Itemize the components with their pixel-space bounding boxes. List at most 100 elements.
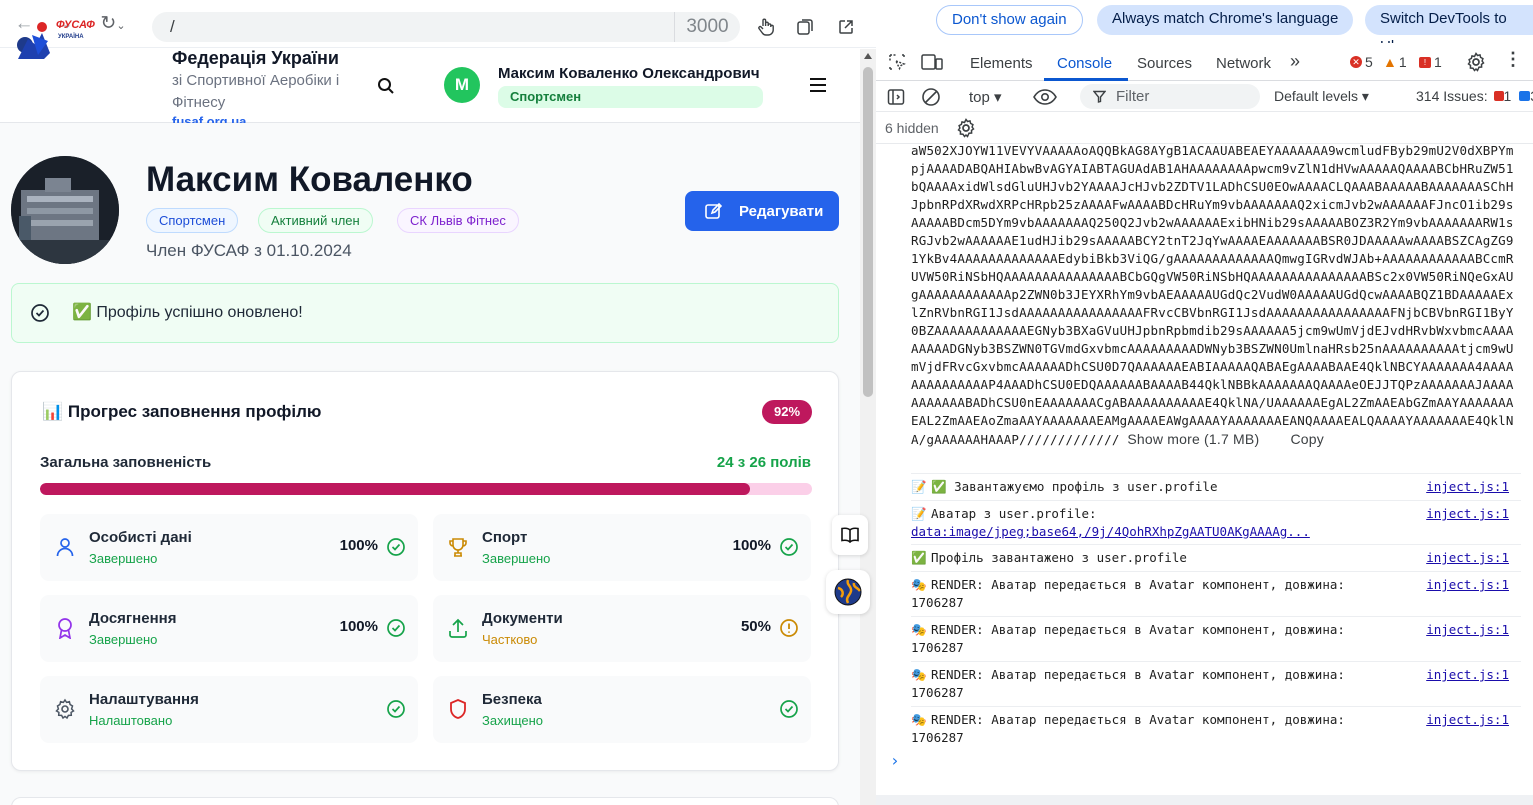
issue-info-icon <box>1519 91 1531 101</box>
log-row[interactable]: 🎭 RENDER: Аватар передається в Avatar ком… <box>911 571 1521 616</box>
search-icon[interactable] <box>376 76 396 96</box>
log-emoji-icon: 📝 <box>911 479 927 494</box>
context-selector[interactable]: top ▾ <box>969 88 1002 106</box>
check-circle-icon <box>780 700 798 718</box>
open-external-icon[interactable] <box>837 18 855 36</box>
section-status: Завершено <box>89 632 158 647</box>
error-count[interactable]: ✕ 5 <box>1350 54 1373 70</box>
log-value: 1706287 <box>911 730 964 745</box>
devtools-panel: Don't show again Always match Chrome's l… <box>876 0 1533 805</box>
warning-count-text: 1 <box>1398 54 1407 70</box>
log-source-link[interactable]: inject.js:1 <box>1426 505 1509 523</box>
log-source-link[interactable]: inject.js:1 <box>1426 549 1509 567</box>
log-emoji-icon: ✅ <box>911 550 927 565</box>
kebab-menu-icon[interactable]: ⋮ <box>1504 49 1522 70</box>
hand-pointer-icon[interactable] <box>756 17 776 37</box>
log-source-link[interactable]: inject.js:1 <box>1426 478 1509 496</box>
log-value: 1706287 <box>911 685 964 700</box>
section-sport[interactable]: Спорт Завершено 100% <box>433 514 811 581</box>
log-source-link[interactable]: inject.js:1 <box>1426 711 1509 729</box>
log-row[interactable]: 🎭 RENDER: Аватар передається в Avatar ком… <box>911 706 1521 751</box>
reader-mode-button[interactable] <box>832 515 868 555</box>
log-text: RENDER: Аватар передається в Avatar комп… <box>931 667 1345 682</box>
console-settings-icon[interactable] <box>956 118 976 138</box>
log-row[interactable]: 📝 Аватар з user.profile: data:image/jpeg;… <box>911 500 1521 544</box>
log-source-link[interactable]: inject.js:1 <box>1426 621 1509 639</box>
hidden-messages-row: 6 hidden <box>876 114 1533 144</box>
page-scrollbar[interactable] <box>860 49 876 805</box>
fusaf-logo[interactable]: ФУСАФ УКРАЇНА <box>14 15 104 61</box>
issues-label: 314 Issues: <box>1416 88 1488 104</box>
copy-link[interactable]: Copy <box>1291 431 1324 447</box>
section-settings[interactable]: Налаштування Налаштовано <box>40 676 418 743</box>
error-count-text: 5 <box>1365 54 1373 70</box>
log-text: RENDER: Аватар передається в Avatar комп… <box>931 577 1345 592</box>
dont-show-again-button[interactable]: Don't show again <box>936 5 1083 35</box>
scroll-up-icon[interactable] <box>864 53 872 59</box>
device-toolbar-icon[interactable] <box>921 53 943 71</box>
tab-elements[interactable]: Elements <box>970 55 1033 72</box>
base64-log-text: aW502XJOYW11VEVYVAAAAAoAQQBkAG8AYgB1ACAA… <box>911 142 1521 449</box>
log-text: ✅ Завантажуємо профіль з user.profile <box>931 479 1218 494</box>
sidebar-toggle-icon[interactable] <box>887 88 905 106</box>
tab-network[interactable]: Network <box>1216 55 1271 72</box>
warning-icon: ▲ <box>1383 54 1397 70</box>
log-row[interactable]: 📝 ✅ Завантажуємо профіль з user.profile i… <box>911 473 1521 500</box>
tab-sources[interactable]: Sources <box>1137 55 1192 72</box>
section-status: Частково <box>482 632 538 647</box>
console-filter-input[interactable]: Filter <box>1080 84 1260 109</box>
profile-name: Максим Коваленко <box>146 160 473 199</box>
edit-icon <box>705 202 722 219</box>
issue-count-text: 1 <box>1434 54 1442 70</box>
url-text[interactable]: / <box>170 17 175 37</box>
progress-card: 📊 Прогрес заповнення профілю 92% Загальн… <box>11 371 839 771</box>
profile-photo[interactable] <box>11 156 119 264</box>
log-source-link[interactable]: inject.js:1 <box>1426 666 1509 684</box>
show-more-link[interactable]: Show more (1.7 MB) <box>1127 431 1259 447</box>
logo-text: ФУСАФ <box>56 19 95 31</box>
switch-language-button[interactable]: Switch DevTools to Ukr <box>1365 5 1533 55</box>
clear-console-icon[interactable] <box>921 87 941 107</box>
tab-search-icon[interactable] <box>796 18 814 36</box>
console-prompt[interactable]: › <box>890 751 900 770</box>
log-levels-dropdown[interactable]: Default levels ▾ <box>1274 88 1369 105</box>
section-security[interactable]: Безпека Захищено <box>433 676 811 743</box>
menu-icon[interactable] <box>808 76 828 94</box>
section-documents[interactable]: Документи Частково 50% <box>433 595 811 662</box>
alert-circle-icon <box>780 619 798 637</box>
log-source-link[interactable]: inject.js:1 <box>1426 576 1509 594</box>
log-row[interactable]: 🎭 RENDER: Аватар передається в Avatar ком… <box>911 661 1521 706</box>
section-achievements[interactable]: Досягнення Завершено 100% <box>40 595 418 662</box>
section-percent: 100% <box>339 618 378 635</box>
check-circle-icon <box>31 304 49 322</box>
section-name: Налаштування <box>89 691 199 708</box>
user-avatar[interactable]: M <box>444 67 480 103</box>
devtools-language-infobar: Don't show again Always match Chrome's l… <box>876 0 1533 55</box>
edit-profile-button[interactable]: Редагувати <box>685 191 839 231</box>
live-expression-icon[interactable] <box>1033 88 1057 106</box>
hidden-count: 6 hidden <box>885 120 939 136</box>
check-circle-icon <box>387 700 405 718</box>
more-tabs-icon[interactable]: » <box>1290 51 1300 72</box>
address-bar[interactable]: / 3000 <box>152 12 740 42</box>
data-url-link[interactable]: data:image/jpeg;base64,/9j/4QohRXhpZgAAT… <box>911 524 1310 539</box>
award-icon <box>58 618 72 639</box>
always-match-language-button[interactable]: Always match Chrome's language <box>1097 5 1354 35</box>
log-row[interactable]: 🎭 RENDER: Аватар передається в Avatar ком… <box>911 616 1521 661</box>
tab-console[interactable]: Console <box>1057 55 1112 72</box>
warning-count[interactable]: ▲ 1 <box>1383 54 1407 70</box>
trophy-icon <box>449 538 467 557</box>
log-row[interactable]: ✅ Профіль завантажено з user.profile inje… <box>911 544 1521 571</box>
scroll-thumb[interactable] <box>863 67 873 397</box>
issues-counter[interactable]: 314 Issues: 1 3 <box>1416 88 1533 104</box>
extension-button[interactable] <box>826 570 870 614</box>
tag-athlete: Спортсмен <box>146 208 239 233</box>
section-name: Документи <box>482 610 563 627</box>
inspect-element-icon[interactable] <box>888 53 906 71</box>
section-name: Досягнення <box>89 610 177 627</box>
section-status: Захищено <box>482 713 544 728</box>
issue-count[interactable]: ! 1 <box>1419 54 1442 70</box>
progress-title: 📊 Прогрес заповнення профілю <box>42 402 322 421</box>
settings-gear-icon[interactable] <box>1466 52 1486 72</box>
section-personal-data[interactable]: Особисті дані Завершено 100% <box>40 514 418 581</box>
